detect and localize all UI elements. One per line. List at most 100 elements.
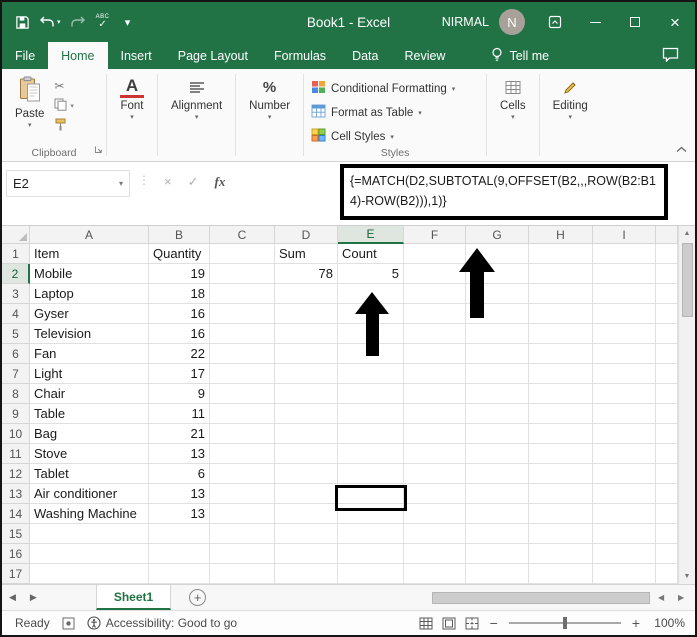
cell-C16[interactable]	[210, 544, 275, 564]
tab-insert[interactable]: Insert	[108, 42, 165, 69]
normal-view-icon[interactable]	[419, 617, 433, 630]
cell-E16[interactable]	[338, 544, 404, 564]
redo-icon[interactable]	[70, 13, 86, 31]
cell-D2[interactable]: 78	[275, 264, 338, 284]
cell-B15[interactable]	[149, 524, 210, 544]
user-name[interactable]: NIRMAL	[442, 15, 489, 29]
zoom-in-button[interactable]: +	[630, 615, 642, 631]
page-layout-view-icon[interactable]	[442, 617, 456, 630]
undo-icon[interactable]: ▾	[39, 13, 61, 31]
cell-C6[interactable]	[210, 344, 275, 364]
cell-D5[interactable]	[275, 324, 338, 344]
avatar[interactable]: N	[499, 9, 525, 35]
cell-I8[interactable]	[593, 384, 656, 404]
cell-B14[interactable]: 13	[149, 504, 210, 524]
cell-B16[interactable]	[149, 544, 210, 564]
sheet-nav-next-icon[interactable]: ▶	[23, 592, 44, 603]
row-header-10[interactable]: 10	[2, 424, 30, 444]
cell-A6[interactable]: Fan	[30, 344, 149, 364]
add-sheet-button[interactable]: +	[189, 589, 207, 606]
minimize-button[interactable]	[575, 2, 615, 42]
cell-B11[interactable]: 13	[149, 444, 210, 464]
cell-D12[interactable]	[275, 464, 338, 484]
cell-D3[interactable]	[275, 284, 338, 304]
cell-C3[interactable]	[210, 284, 275, 304]
cell-D9[interactable]	[275, 404, 338, 424]
cell-G2[interactable]	[466, 264, 529, 284]
comment-icon[interactable]	[662, 47, 679, 65]
cell-A10[interactable]: Bag	[30, 424, 149, 444]
row-header-2[interactable]: 2	[2, 264, 30, 284]
cell-G1[interactable]	[466, 244, 529, 264]
cell-I15[interactable]	[593, 524, 656, 544]
tab-formulas[interactable]: Formulas	[261, 42, 339, 69]
cell-D4[interactable]	[275, 304, 338, 324]
cell-G15[interactable]	[466, 524, 529, 544]
name-box[interactable]: E2 ▾	[6, 170, 130, 197]
accessibility-status[interactable]: Accessibility: Good to go	[106, 616, 237, 630]
cell-A4[interactable]: Gyser	[30, 304, 149, 324]
cell-I5[interactable]	[593, 324, 656, 344]
row-header-17[interactable]: 17	[2, 564, 30, 584]
cell-H13[interactable]	[529, 484, 593, 504]
cell-D10[interactable]	[275, 424, 338, 444]
alignment-button[interactable]: Alignment ▾	[165, 74, 228, 123]
cell-G11[interactable]	[466, 444, 529, 464]
cell-I16[interactable]	[593, 544, 656, 564]
cancel-icon[interactable]: ×	[156, 174, 180, 189]
cell-H6[interactable]	[529, 344, 593, 364]
cell-G3[interactable]	[466, 284, 529, 304]
qat-customize-icon[interactable]: ▾	[120, 13, 136, 31]
row-header-11[interactable]: 11	[2, 444, 30, 464]
cell-A7[interactable]: Light	[30, 364, 149, 384]
cell-H12[interactable]	[529, 464, 593, 484]
macro-record-icon[interactable]	[62, 617, 75, 630]
cell-C12[interactable]	[210, 464, 275, 484]
cell-C7[interactable]	[210, 364, 275, 384]
cell-G9[interactable]	[466, 404, 529, 424]
column-header-F[interactable]: F	[404, 226, 466, 244]
cell-H1[interactable]	[529, 244, 593, 264]
scroll-right-icon[interactable]: ▶	[678, 585, 684, 610]
cell-F12[interactable]	[404, 464, 466, 484]
horizontal-scrollbar-thumb[interactable]	[432, 592, 650, 604]
format-as-table-button[interactable]: Format as Table ▾	[311, 102, 455, 123]
cell-C14[interactable]	[210, 504, 275, 524]
row-header-13[interactable]: 13	[2, 484, 30, 504]
tab-tell-me[interactable]: Tell me	[478, 42, 562, 69]
row-header-3[interactable]: 3	[2, 284, 30, 304]
cells-button[interactable]: Cells ▾	[494, 74, 532, 123]
cell-B8[interactable]: 9	[149, 384, 210, 404]
cell-A17[interactable]	[30, 564, 149, 584]
tab-file[interactable]: File	[2, 42, 48, 69]
sheet-nav-prev-icon[interactable]: ◀	[2, 592, 23, 603]
cell-I11[interactable]	[593, 444, 656, 464]
name-box-dropdown-icon[interactable]: ▾	[119, 179, 123, 188]
cell-I17[interactable]	[593, 564, 656, 584]
cell-G12[interactable]	[466, 464, 529, 484]
row-header-12[interactable]: 12	[2, 464, 30, 484]
column-header-E[interactable]: E	[338, 226, 404, 244]
cell-F6[interactable]	[404, 344, 466, 364]
column-header-I[interactable]: I	[593, 226, 656, 244]
cell-F2[interactable]	[404, 264, 466, 284]
maximize-button[interactable]	[615, 2, 655, 42]
cell-H17[interactable]	[529, 564, 593, 584]
cell-D1[interactable]: Sum	[275, 244, 338, 264]
row-header-6[interactable]: 6	[2, 344, 30, 364]
formula-input[interactable]: {=MATCH(D2,SUBTOTAL(9,OFFSET(B2,,,ROW(B2…	[344, 168, 664, 214]
cell-B6[interactable]: 22	[149, 344, 210, 364]
copy-button[interactable]: ▾	[54, 98, 74, 113]
cell-A12[interactable]: Tablet	[30, 464, 149, 484]
format-painter-button[interactable]	[54, 118, 74, 133]
cell-E9[interactable]	[338, 404, 404, 424]
cell-E12[interactable]	[338, 464, 404, 484]
cell-D11[interactable]	[275, 444, 338, 464]
cell-B4[interactable]: 16	[149, 304, 210, 324]
cell-D16[interactable]	[275, 544, 338, 564]
column-header-G[interactable]: G	[466, 226, 529, 244]
tab-page-layout[interactable]: Page Layout	[165, 42, 261, 69]
cell-A5[interactable]: Television	[30, 324, 149, 344]
cell-B5[interactable]: 16	[149, 324, 210, 344]
column-header-H[interactable]: H	[529, 226, 593, 244]
